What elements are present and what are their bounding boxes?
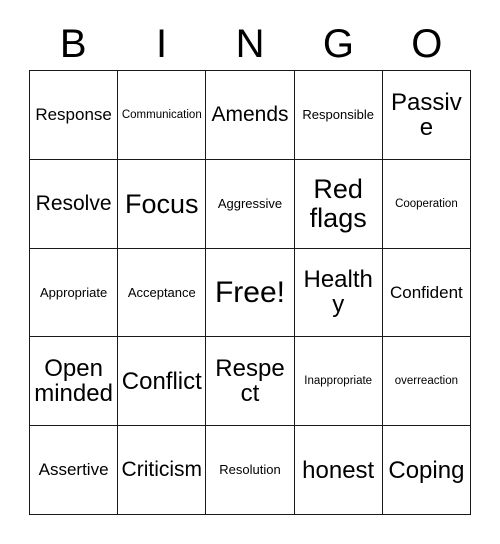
bingo-cell-label: Amends — [211, 102, 289, 126]
bingo-header: B I N G O — [29, 18, 471, 70]
bingo-cell[interactable]: Acceptance — [118, 248, 207, 338]
bingo-cell-label: Aggressive — [217, 195, 283, 211]
bingo-cell[interactable]: Responsible — [294, 71, 383, 160]
bingo-cell-label: Coping — [388, 456, 465, 484]
bingo-cell[interactable]: Amends — [206, 71, 295, 160]
bingo-cell[interactable]: Resolve — [30, 159, 119, 249]
bingo-cell-label: Resolve — [35, 191, 112, 215]
bingo-cell-label: Cooperation — [395, 197, 458, 210]
bingo-cell-label: Resolution — [219, 462, 281, 478]
bingo-cell[interactable]: Inappropriate — [294, 337, 383, 427]
bingo-cell[interactable]: Passive — [382, 71, 471, 160]
bingo-cell-label: Conflict — [121, 367, 202, 395]
bingo-cell[interactable]: Appropriate — [30, 248, 119, 338]
bingo-cell-label: Free! — [214, 275, 285, 309]
bingo-cell-label: Acceptance — [127, 284, 196, 300]
bingo-cell[interactable]: Confident — [382, 248, 471, 338]
bingo-cell-label: Red flags — [309, 174, 367, 233]
bingo-cell[interactable]: honest — [294, 426, 383, 515]
bingo-cell[interactable]: Criticism — [118, 426, 207, 515]
bingo-cell[interactable]: Aggressive — [206, 159, 295, 249]
bingo-cell[interactable]: Assertive — [30, 426, 119, 515]
bingo-cell[interactable]: Open minded — [30, 337, 119, 427]
bingo-cell[interactable]: Respect — [206, 337, 295, 427]
bingo-cell-label: Healthy — [303, 266, 373, 319]
bingo-cell[interactable]: Healthy — [294, 248, 383, 338]
bingo-grid: Response Communication Amends Responsible Pa… — [29, 70, 471, 515]
bingo-cell-label: overreaction — [394, 375, 459, 388]
bingo-cell-label: Assertive — [38, 460, 109, 480]
bingo-cell[interactable]: overreaction — [382, 337, 471, 427]
bingo-cell-label: Focus — [125, 188, 199, 219]
bingo-cell-label: honest — [302, 456, 375, 484]
bingo-cell-label: Inappropriate — [304, 375, 373, 388]
bingo-cell-label: Respect — [215, 355, 285, 408]
header-letter-n: N — [235, 22, 265, 66]
bingo-cell[interactable]: Red flags — [294, 159, 383, 249]
bingo-cell-label: Appropriate — [39, 284, 108, 300]
bingo-cell[interactable]: Resolution — [206, 426, 295, 515]
bingo-cell[interactable]: Conflict — [118, 337, 207, 427]
bingo-cell[interactable]: Response — [30, 71, 119, 160]
bingo-cell-label: Criticism — [121, 458, 203, 482]
bingo-cell-label: Communication — [121, 108, 202, 121]
header-letter-i: I — [156, 22, 168, 66]
bingo-cell-label: Responsible — [302, 107, 374, 123]
header-letter-g: G — [322, 22, 354, 66]
header-letter-b: B — [59, 22, 87, 66]
bingo-card: B I N G O Response Communication Amends Res… — [0, 0, 500, 544]
bingo-cell[interactable]: Communication — [118, 71, 207, 160]
bingo-cell[interactable]: Focus — [118, 159, 207, 249]
bingo-cell-label: Passive — [391, 88, 462, 141]
header-letter-o: O — [411, 22, 443, 66]
bingo-cell[interactable]: Cooperation — [382, 159, 471, 249]
bingo-cell[interactable]: Coping — [382, 426, 471, 515]
bingo-cell-label: Confident — [390, 282, 463, 302]
bingo-cell[interactable]: Free! — [206, 248, 295, 338]
bingo-cell-label: Open minded — [34, 355, 113, 408]
bingo-cell-label: Response — [35, 104, 112, 124]
